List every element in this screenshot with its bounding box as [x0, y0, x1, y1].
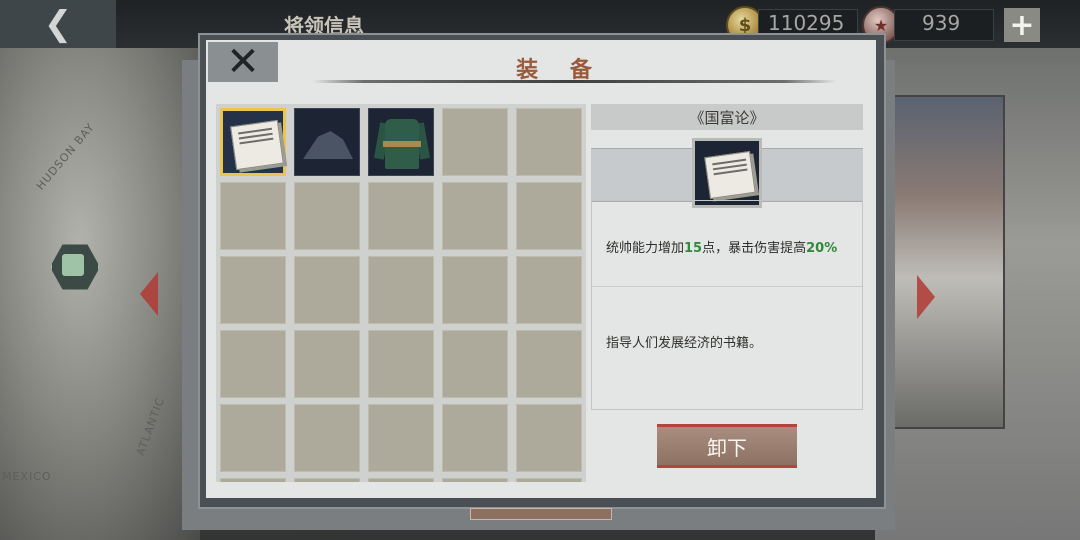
inventory-slot-empty[interactable]: [368, 182, 434, 250]
inventory-slot-empty[interactable]: [368, 330, 434, 398]
title-underline: [312, 80, 836, 83]
inventory-slot-empty[interactable]: [294, 404, 360, 472]
close-icon: ✕: [226, 39, 260, 85]
coal-icon: [303, 131, 353, 159]
effect-value-2: 20%: [806, 241, 838, 256]
item-name: 《国富论》: [689, 109, 765, 127]
uniform-icon: [369, 109, 433, 175]
book-icon: [230, 119, 284, 171]
inventory-grid: [216, 104, 586, 482]
inventory-slot-empty[interactable]: [442, 330, 508, 398]
inventory-slot-empty[interactable]: [516, 256, 582, 324]
coin-value: 110295: [768, 11, 845, 35]
inventory-slot-empty[interactable]: [516, 108, 582, 176]
hex-book-icon: [62, 254, 84, 276]
unequip-button[interactable]: 卸下: [657, 424, 797, 468]
inventory-slot-book-item[interactable]: [220, 108, 286, 176]
inventory-slot-empty[interactable]: [442, 478, 508, 482]
background-map: [0, 48, 200, 540]
add-currency-button[interactable]: +: [1004, 7, 1040, 43]
item-description: 指导人们发展经济的书籍。: [606, 336, 763, 351]
inventory-slot-empty[interactable]: [220, 256, 286, 324]
inventory-slot-empty[interactable]: [516, 404, 582, 472]
inventory-slot-empty[interactable]: [516, 330, 582, 398]
inventory-slot-empty[interactable]: [368, 478, 434, 482]
inventory-slot-empty[interactable]: [442, 108, 508, 176]
inventory-slot-uniform-item[interactable]: [368, 108, 434, 176]
inventory-slot-coal-item[interactable]: [294, 108, 360, 176]
map-label-mexico: MEXICO: [2, 470, 52, 483]
inventory-slot-empty[interactable]: [368, 404, 434, 472]
prev-general-arrow-icon[interactable]: [140, 272, 158, 316]
plus-icon: +: [1009, 7, 1035, 43]
item-effect: 统帅能力增加15点，暴击伤害提高20%: [606, 241, 838, 256]
inventory-slot-empty[interactable]: [516, 478, 582, 482]
item-detail-box: [591, 200, 863, 410]
back-arrow-icon: ❮: [43, 4, 73, 44]
detail-divider: [592, 286, 862, 287]
inventory-slot-empty[interactable]: [516, 182, 582, 250]
inventory-slot-empty[interactable]: [220, 182, 286, 250]
medal-value: 939: [922, 11, 961, 35]
inventory-slot-empty[interactable]: [294, 330, 360, 398]
inventory-slot-empty[interactable]: [442, 182, 508, 250]
inventory-slot-empty[interactable]: [220, 478, 286, 482]
inventory-slot-empty[interactable]: [220, 330, 286, 398]
back-button[interactable]: ❮: [0, 0, 116, 48]
inventory-slot-empty[interactable]: [294, 478, 360, 482]
inventory-slot-empty[interactable]: [220, 404, 286, 472]
inventory-slot-empty[interactable]: [294, 256, 360, 324]
inventory-slot-empty[interactable]: [368, 256, 434, 324]
background-cavalry-photo: [876, 95, 1005, 429]
item-detail-icon: [692, 138, 762, 208]
close-button[interactable]: ✕: [208, 42, 278, 82]
unequip-label: 卸下: [707, 435, 747, 460]
bottom-tab-handle[interactable]: [470, 508, 612, 520]
next-general-arrow-icon[interactable]: [917, 275, 935, 319]
inventory-slot-empty[interactable]: [442, 404, 508, 472]
inventory-slot-empty[interactable]: [442, 256, 508, 324]
inventory-slot-empty[interactable]: [294, 182, 360, 250]
book-icon: [704, 151, 756, 199]
effect-value-1: 15: [684, 241, 703, 256]
